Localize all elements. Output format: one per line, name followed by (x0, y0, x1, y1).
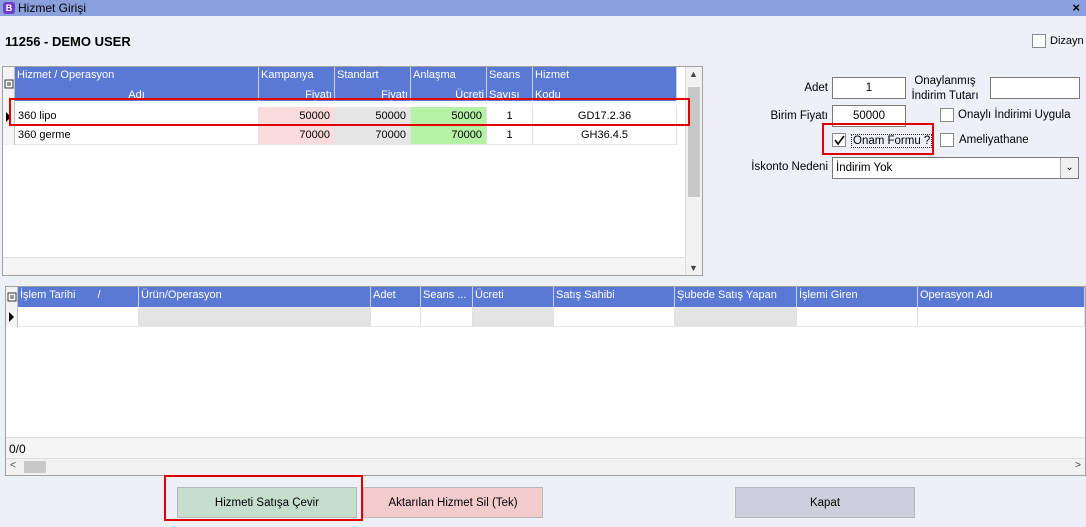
cell-standart[interactable]: 50000 (335, 107, 411, 126)
sort-indicator-icon: / (97, 289, 101, 301)
col-header-anlasma[interactable]: Anlaşma (411, 67, 487, 87)
col-header-subede-satis[interactable]: Şubede Satış Yapan (675, 287, 797, 307)
col-header-islemi-giren[interactable]: İşlemi Giren (797, 287, 918, 307)
col-header-seans[interactable]: Seans (487, 67, 533, 87)
new-row-cell[interactable] (797, 307, 918, 327)
cell-seans[interactable]: 1 (487, 126, 533, 145)
new-row-cell[interactable] (18, 307, 139, 327)
sales-horizontal-scrollbar[interactable]: < > (6, 459, 1085, 475)
adet-label: Adet (804, 82, 828, 94)
col-header-kod[interactable]: Hizmet (533, 67, 677, 87)
app-icon: B (3, 2, 15, 14)
col-header-urun[interactable]: Ürün/Operasyon (139, 287, 371, 307)
cell-service-name[interactable]: 360 germe (15, 126, 259, 145)
title-bar: B Hizmet Girişi × (0, 0, 1086, 16)
scroll-thumb[interactable] (24, 461, 46, 473)
onam-formu-label[interactable]: Onam Formu ? (851, 134, 933, 148)
services-grid: Hizmet / Operasyon Kampanya Standart Anl… (2, 66, 703, 276)
cell-standart[interactable]: 70000 (335, 126, 411, 145)
col-subheader-adi: Adı (15, 87, 259, 101)
iskonto-selected-value: İndirim Yok (836, 162, 893, 174)
scroll-thumb[interactable] (688, 87, 700, 197)
row-indicator[interactable] (3, 107, 15, 126)
col-header-ucreti[interactable]: Ücreti (473, 287, 554, 307)
iskonto-select[interactable]: İndirim Yok ⌄ (832, 157, 1079, 179)
col-header-seans[interactable]: Seans ... (421, 287, 473, 307)
new-row-cell[interactable] (918, 307, 1085, 327)
services-vertical-scrollbar[interactable]: ▲ ▼ (685, 67, 702, 275)
dizayn-checkbox[interactable] (1032, 34, 1046, 48)
scroll-right-icon[interactable]: > (1075, 460, 1081, 471)
delete-transferred-service-button[interactable]: Aktarılan Hizmet Sil (Tek) (363, 487, 543, 518)
cell-seans[interactable]: 1 (487, 107, 533, 126)
chevron-down-icon[interactable]: ⌄ (1060, 158, 1078, 178)
ameliyathane-checkbox[interactable] (940, 133, 954, 147)
birim-fiyati-label: Birim Fiyatı (770, 110, 829, 122)
cell-anlasma[interactable]: 50000 (411, 107, 487, 126)
new-row-cell[interactable] (473, 307, 554, 327)
new-row-cell[interactable] (371, 307, 421, 327)
col-subheader-standart: Fiyatı (335, 87, 411, 101)
onayli-indirim-label: Onaylı İndirimi Uygula (958, 109, 1071, 121)
new-row-cell[interactable] (139, 307, 371, 327)
cell-kampanya[interactable]: 70000 (259, 126, 335, 145)
onaylanmis-label-line1: Onaylanmış (914, 75, 976, 87)
iskonto-label: İskonto Nedeni (751, 161, 828, 173)
col-subheader-anlasma: Ücreti (411, 87, 487, 101)
col-header-standart[interactable]: Standart (335, 67, 411, 87)
grid-menu-icon[interactable] (6, 287, 18, 307)
record-count: 0/0 (6, 437, 1085, 459)
new-row-cell[interactable] (421, 307, 473, 327)
row-indicator[interactable] (3, 126, 15, 145)
cell-anlasma[interactable]: 70000 (411, 126, 487, 145)
dizayn-toggle[interactable]: Dizayn (1032, 34, 1084, 48)
dizayn-label: Dizayn (1050, 35, 1084, 47)
convert-to-sale-button[interactable]: Hizmeti Satışa Çevir (177, 487, 357, 518)
new-row-cell[interactable] (675, 307, 797, 327)
col-subheader-seans: Sayısı (487, 87, 533, 101)
cell-service-name[interactable]: 360 lipo (15, 107, 259, 126)
cell-hizmet-kodu[interactable]: GD17.2.36 (533, 107, 677, 126)
close-icon[interactable]: × (1072, 0, 1080, 16)
col-subheader-kod: Kodu (533, 87, 677, 101)
window-title: Hizmet Girişi (18, 1, 86, 15)
col-subheader-kampanya: Fiyatı (259, 87, 335, 101)
onam-formu-checkbox[interactable] (832, 133, 846, 147)
ameliyathane-label: Ameliyathane (959, 134, 1029, 146)
col-header-adet[interactable]: Adet (371, 287, 421, 307)
new-row-cell[interactable] (554, 307, 675, 327)
col-header-satis-sahibi[interactable]: Satış Sahibi (554, 287, 675, 307)
user-header: 11256 - DEMO USER (5, 34, 131, 49)
scroll-down-icon[interactable]: ▼ (689, 263, 698, 273)
adet-input[interactable]: 1 (832, 77, 906, 99)
cell-kampanya[interactable]: 50000 (259, 107, 335, 126)
onaylanmis-indirim-input[interactable] (990, 77, 1080, 99)
col-header-hizmet[interactable]: Hizmet / Operasyon (15, 67, 259, 87)
col-header-operasyon-adi[interactable]: Operasyon Adı (918, 287, 1085, 307)
grid-menu-icon[interactable] (3, 67, 15, 107)
cell-hizmet-kodu[interactable]: GH36.4.5 (533, 126, 677, 145)
col-header-islem-tarihi-label: İşlem Tarihi (20, 289, 76, 301)
grid-footer (3, 257, 685, 275)
row-indicator[interactable] (6, 307, 18, 327)
checkmark-icon (834, 135, 845, 146)
onayli-indirim-checkbox[interactable] (940, 108, 954, 122)
col-header-kampanya[interactable]: Kampanya (259, 67, 335, 87)
scroll-up-icon[interactable]: ▲ (689, 69, 698, 79)
sales-grid: İşlem Tarihi / Ürün/Operasyon Adet Seans … (5, 286, 1086, 476)
onaylanmis-label-line2: İndirim Tutarı (911, 90, 979, 102)
scroll-left-icon[interactable]: < (10, 460, 16, 471)
col-header-islem-tarihi[interactable]: İşlem Tarihi / (18, 287, 139, 307)
birim-fiyati-input[interactable]: 50000 (832, 105, 906, 127)
close-button[interactable]: Kapat (735, 487, 915, 518)
